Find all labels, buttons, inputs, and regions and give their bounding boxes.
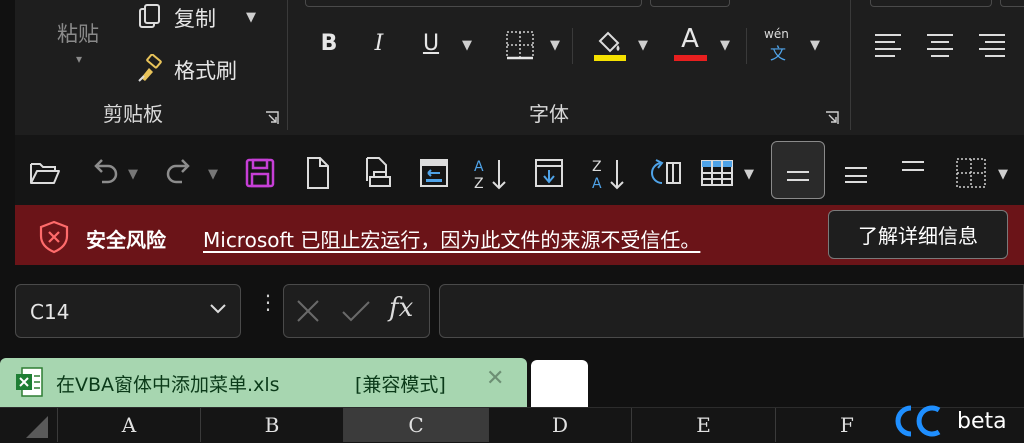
column-header-b[interactable]: B [200,408,343,442]
more-options-icon[interactable]: ⋮ [258,292,278,312]
bold-button[interactable]: B [316,28,342,58]
group-divider [850,0,851,130]
security-title: 安全风险 [86,228,166,252]
insert-image-icon[interactable] [532,156,566,190]
underline-button[interactable]: U [418,28,444,58]
copy-button[interactable]: 复制 [174,3,216,33]
align-bottom-qat-icon [783,158,813,188]
open-folder-icon[interactable] [28,158,62,188]
group-divider [287,0,288,130]
alignment-top-combo[interactable] [870,0,992,7]
clipboard-group-label: 剪贴板 [103,102,163,126]
sort-descending-icon[interactable]: ZA [590,156,626,192]
font-color-button[interactable]: A [672,24,708,54]
new-tab-button[interactable] [531,360,588,407]
column-header-c[interactable]: C [343,408,488,442]
ribbon [15,0,1024,135]
brand-logo-icon [895,405,941,437]
brand-text: beta [957,408,1007,434]
italic-button[interactable]: I [366,28,392,58]
paste-button-label[interactable]: 粘贴 [57,18,99,48]
font-inner-divider [572,28,573,64]
name-box-dropdown-icon[interactable] [208,302,228,316]
align-middle-icon[interactable] [925,31,955,59]
undo-dropdown-icon[interactable]: ▼ [128,167,138,182]
name-box[interactable]: C14 [15,284,241,338]
new-file-icon[interactable] [303,155,333,191]
refresh-icon[interactable] [648,157,684,189]
phonetic-top-label[interactable]: wén [764,27,789,41]
border-icon[interactable] [504,29,536,61]
enter-icon[interactable] [340,297,372,325]
learn-more-button[interactable]: 了解详细信息 [828,210,1008,259]
copy-icon[interactable] [135,2,165,32]
print-preview-icon[interactable] [362,155,394,191]
font-group-label: 字体 [529,102,569,126]
form-icon[interactable] [417,156,451,190]
shield-warning-icon [38,220,70,254]
fill-color-icon[interactable] [592,26,628,62]
align-bottom-icon[interactable] [977,31,1007,59]
close-tab-icon[interactable]: ✕ [486,366,504,391]
border-dropdown-icon[interactable]: ▼ [550,38,560,53]
format-painter-button[interactable]: 格式刷 [174,55,237,85]
font-color-dropdown-icon[interactable]: ▼ [720,38,730,53]
underline-dropdown-icon[interactable]: ▼ [462,38,472,53]
font-inner-divider [746,28,747,64]
column-header-e[interactable]: E [631,408,775,442]
font-launcher-icon[interactable] [825,111,839,125]
border-qat-dropdown-icon[interactable]: ▼ [998,167,1008,182]
font-name-combo[interactable] [305,0,642,7]
svg-text:A: A [592,176,602,192]
watermark: beta [893,400,1007,442]
align-top-qat-icon[interactable] [898,156,928,186]
table-style-dropdown-icon[interactable]: ▼ [744,167,754,182]
security-message-link[interactable]: Microsoft 已阻止宏运行，因为此文件的来源不受信任。 [203,224,700,253]
copy-dropdown-icon[interactable]: ▼ [246,10,256,25]
phonetic-bottom-label[interactable]: 文 [770,40,786,64]
insert-function-button[interactable]: fx [389,293,413,323]
compatibility-mode-label: [兼容模式] [355,374,446,396]
border-qat-icon[interactable] [954,156,988,190]
redo-icon[interactable] [162,156,196,190]
workbook-tab-title: 在VBA窗体中添加菜单.xls [56,374,280,396]
phonetic-dropdown-icon[interactable]: ▼ [810,38,820,53]
sort-ascending-icon[interactable]: AZ [472,156,508,192]
undo-icon[interactable] [88,156,122,190]
svg-text:A: A [474,159,484,175]
column-header-a[interactable]: A [57,408,200,442]
align-top-icon[interactable] [873,31,903,59]
align-middle-qat-icon[interactable] [841,158,871,188]
table-style-icon[interactable] [700,157,734,189]
fill-color-dropdown-icon[interactable]: ▼ [638,38,648,53]
save-icon[interactable] [243,156,277,190]
name-box-value: C14 [30,300,70,324]
svg-text:Z: Z [592,159,602,175]
font-color-swatch [674,55,707,61]
select-all-button[interactable] [0,408,57,442]
formula-input[interactable] [439,284,1024,338]
format-painter-icon[interactable] [135,54,165,84]
paste-dropdown-icon[interactable]: ▾ [76,52,82,66]
svg-text:Z: Z [474,176,484,192]
cancel-icon[interactable] [294,297,322,325]
redo-dropdown-icon[interactable]: ▼ [208,167,218,182]
column-header-d[interactable]: D [488,408,631,442]
alignment-top-combo-2[interactable] [1000,0,1024,7]
font-size-combo[interactable] [650,0,730,7]
excel-file-icon [14,366,44,398]
clipboard-launcher-icon[interactable] [265,111,279,125]
